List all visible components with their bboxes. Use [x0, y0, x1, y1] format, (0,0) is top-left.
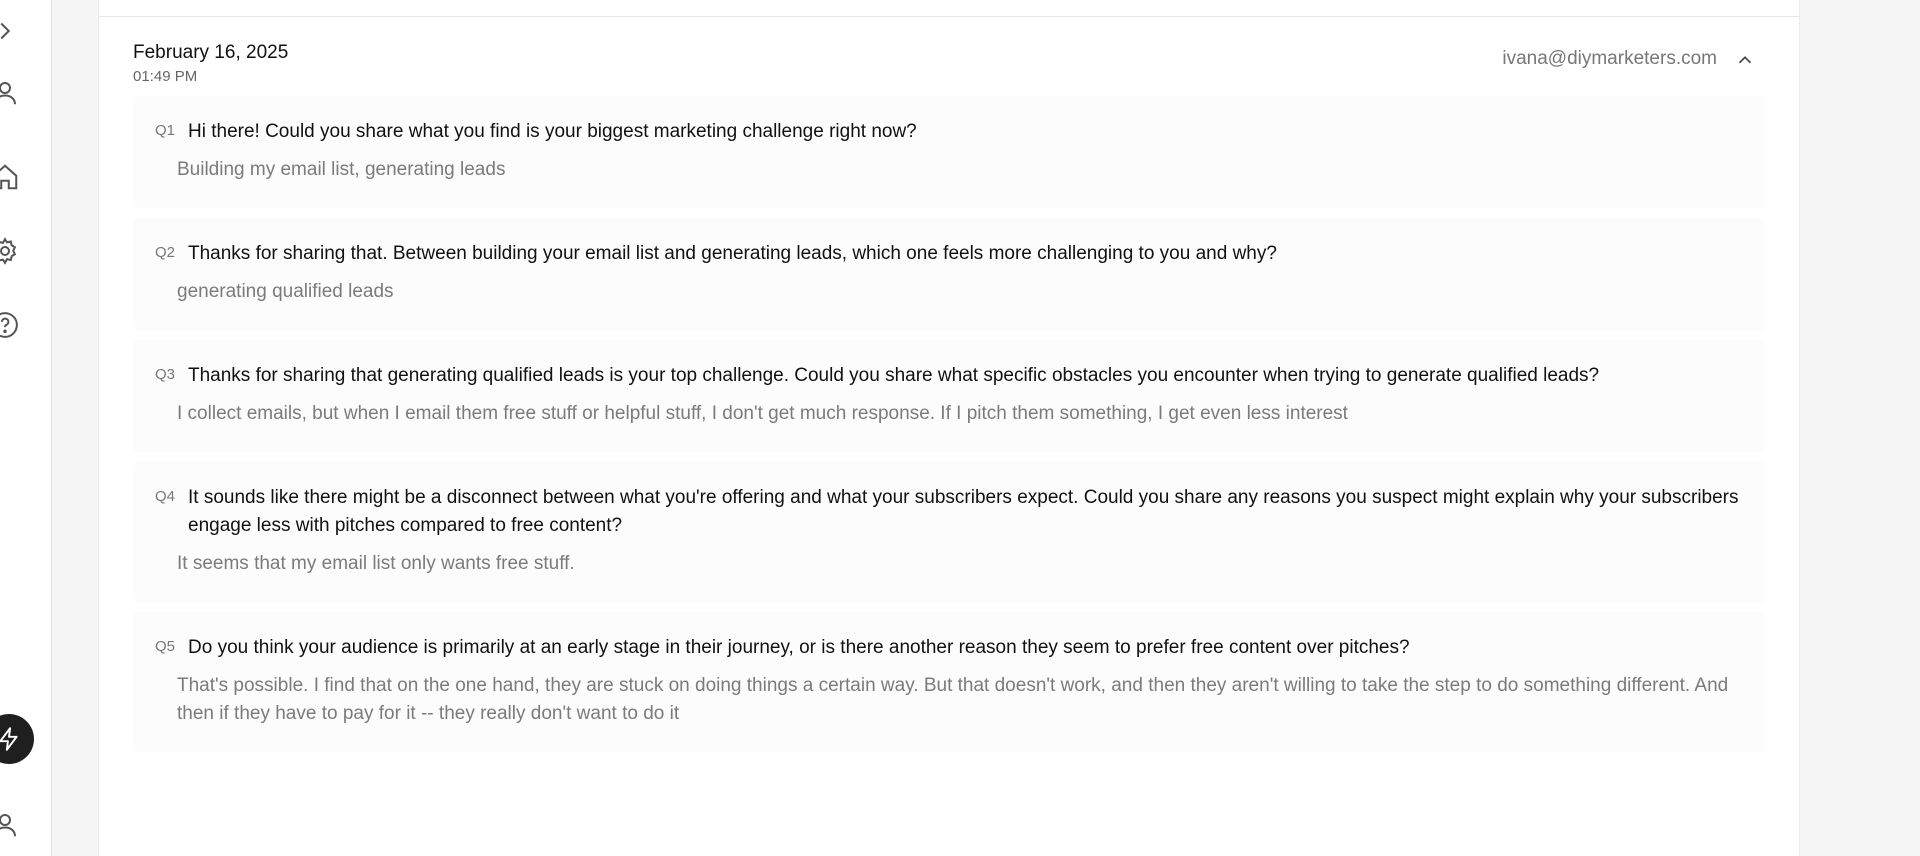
help-icon[interactable] — [0, 310, 20, 340]
question-number: Q2 — [155, 244, 176, 261]
user-icon[interactable] — [0, 810, 20, 840]
qa-item: Q5 Do you think your audience is primari… — [133, 612, 1765, 752]
qa-item: Q1 Hi there! Could you share what you fi… — [133, 96, 1765, 208]
bolt-icon[interactable] — [0, 714, 34, 764]
question-text: Thanks for sharing that. Between buildin… — [188, 243, 1277, 264]
question-number: Q4 — [155, 488, 176, 505]
question-number: Q1 — [155, 122, 176, 139]
gear-icon[interactable] — [0, 236, 20, 266]
home-icon[interactable] — [0, 162, 20, 192]
left-sidebar — [0, 0, 52, 856]
response-date: February 16, 2025 — [133, 42, 289, 63]
chevron-up-icon[interactable] — [1733, 48, 1757, 72]
response-header: February 16, 2025 01:49 PM ivana@diymark… — [133, 42, 1765, 92]
user-icon[interactable] — [0, 78, 20, 108]
question-text: Hi there! Could you share what you find … — [188, 121, 917, 142]
chevron-right-icon[interactable] — [0, 16, 20, 46]
question-text: Do you think your audience is primarily … — [188, 637, 1410, 658]
divider — [99, 16, 1799, 17]
answer-text: generating qualified leads — [177, 281, 394, 302]
answer-text: That's possible. I find that on the one … — [177, 675, 1729, 724]
qa-item: Q4 It sounds like there might be a disco… — [133, 462, 1765, 602]
question-number: Q5 — [155, 638, 176, 655]
question-text: It sounds like there might be a disconne… — [188, 487, 1739, 536]
question-text: Thanks for sharing that generating quali… — [188, 365, 1600, 386]
response-time: 01:49 PM — [133, 68, 198, 85]
question-number: Q3 — [155, 366, 176, 383]
qa-item: Q2 Thanks for sharing that. Between buil… — [133, 218, 1765, 330]
qa-list: Q1 Hi there! Could you share what you fi… — [133, 96, 1765, 762]
qa-item: Q3 Thanks for sharing that generating qu… — [133, 340, 1765, 452]
answer-text: Building my email list, generating leads — [177, 159, 506, 180]
response-card: February 16, 2025 01:49 PM ivana@diymark… — [98, 0, 1800, 856]
answer-text: I collect emails, but when I email them … — [177, 403, 1348, 424]
answer-text: It seems that my email list only wants f… — [177, 553, 575, 574]
respondent-email: ivana@diymarketers.com — [1502, 48, 1717, 69]
